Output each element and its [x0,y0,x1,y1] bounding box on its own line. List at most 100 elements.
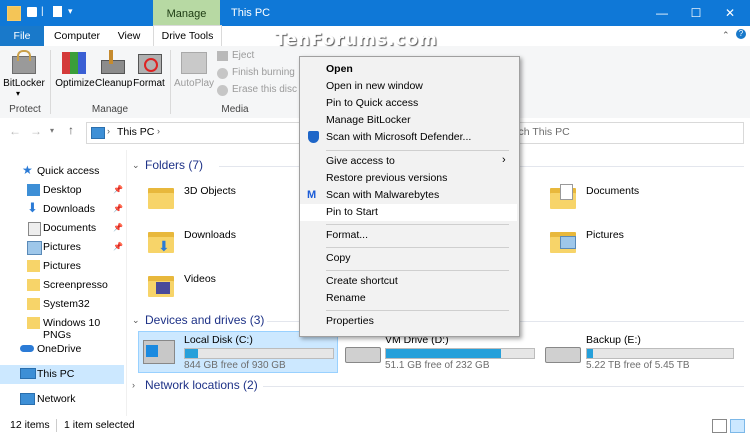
network-icon [20,393,35,405]
cleanup-icon[interactable] [101,50,125,74]
menu-item-restore-versions[interactable]: Restore previous versions [300,170,517,187]
network-group-header[interactable]: Network locations (2) [145,378,258,392]
maximize-button[interactable]: ☐ [679,0,713,26]
nav-item-pictures[interactable]: Pictures 📌 [0,238,124,257]
chevron-right-icon[interactable]: › [132,380,135,390]
separator-icon: | [41,6,44,17]
menu-item-rename[interactable]: Rename [300,290,517,307]
drive-e-label[interactable]: Backup (E:) [586,334,641,346]
folder-icon[interactable] [148,186,174,209]
nav-item-pictures-folder[interactable]: Pictures [0,257,124,276]
autoplay-button[interactable]: AutoPlay [174,78,214,89]
finish-burning-button[interactable]: Finish burning [232,67,295,78]
forward-arrow-icon[interactable]: → [30,124,42,138]
pin-icon: 📌 [113,242,123,251]
drive-c-free: 844 GB free of 930 GB [184,360,286,371]
nav-item-documents[interactable]: Documents 📌 [0,219,124,238]
menu-separator [326,247,509,248]
folder-videos[interactable]: Videos [184,273,216,285]
menu-item-properties[interactable]: Properties [300,313,517,330]
nav-item-screenpresso[interactable]: Screenpresso [0,276,124,295]
autoplay-icon [181,52,207,74]
menu-label: Properties [326,315,374,327]
download-icon: ⬇ [27,200,38,215]
folder-pictures[interactable]: Pictures [586,229,624,241]
menu-item-pin-quick-access[interactable]: Pin to Quick access [300,95,517,112]
drive-e-usage-bar [586,348,734,359]
menu-item-create-shortcut[interactable]: Create shortcut [300,273,517,290]
computer-icon [20,368,36,379]
tab-view[interactable]: View [110,26,148,46]
back-arrow-icon[interactable]: ← [9,124,21,138]
watermark: TenForums.com [275,30,438,50]
cloud-icon [20,345,34,352]
format-icon[interactable] [138,50,162,74]
close-button[interactable]: ✕ [713,0,747,26]
nav-item-this-pc[interactable]: This PC [0,365,124,384]
menu-item-give-access[interactable]: Give access to › [300,153,517,170]
search-placeholder: rch This PC [515,126,570,138]
nav-item-onedrive[interactable]: OneDrive [0,340,124,359]
breadcrumb[interactable]: This PC [117,126,154,138]
hard-drive-icon [545,347,581,363]
menu-item-manage-bitlocker[interactable]: Manage BitLocker [300,112,517,129]
malwarebytes-icon: M [307,189,317,201]
menu-item-copy[interactable]: Copy [300,250,517,267]
nav-item-desktop[interactable]: Desktop 📌 [0,181,124,200]
folder-documents[interactable]: Documents [586,185,639,197]
nav-item-windows-10-pngs[interactable]: Windows 10 PNGs [0,314,124,341]
cleanup-button[interactable]: Cleanup [95,78,132,89]
downloads-folder-icon[interactable]: ⬇ [148,230,174,254]
menu-item-pin-to-start[interactable]: Pin to Start [300,204,517,221]
bitlocker-button[interactable]: BitLocker [3,78,45,89]
manage-context-header: Manage [153,0,220,26]
pictures-folder-icon[interactable] [550,230,576,253]
menu-item-open-new-window[interactable]: Open in new window [300,78,517,95]
format-button[interactable]: Format [132,78,166,89]
chevron-down-icon[interactable]: ⌄ [132,160,140,171]
nav-item-downloads[interactable]: ⬇ Downloads 📌 [0,200,124,219]
tab-drive-tools[interactable]: Drive Tools [153,25,222,47]
folder-downloads[interactable]: Downloads [184,229,236,241]
pin-icon: 📌 [113,185,123,194]
large-icons-view-icon[interactable] [730,419,745,433]
up-arrow-icon[interactable]: ↑ [68,123,74,137]
help-icon[interactable]: ? [736,29,746,39]
new-folder-icon[interactable] [53,6,62,17]
tab-file[interactable]: File [0,26,44,46]
properties-check-icon[interactable] [27,7,37,17]
videos-folder-icon[interactable] [148,274,174,297]
nav-label: OneDrive [37,343,82,355]
folder-3d-objects[interactable]: 3D Objects [184,185,236,197]
minimize-button[interactable]: — [645,0,679,26]
window-title: This PC [231,7,271,19]
menu-item-scan-malwarebytes[interactable]: M Scan with Malwarebytes [300,187,517,204]
finish-burning-icon [217,68,228,79]
documents-folder-icon[interactable] [550,184,576,209]
menu-item-open[interactable]: Open [300,61,517,78]
collapse-ribbon-icon[interactable]: ⌃ [722,30,730,41]
search-input[interactable]: rch This PC [510,122,744,144]
nav-item-system32[interactable]: System32 [0,295,124,314]
optimize-button[interactable]: Optimize [55,78,95,89]
devices-group-header[interactable]: Devices and drives (3) [145,313,264,327]
eject-button[interactable]: Eject [232,50,254,61]
folders-group-header[interactable]: Folders (7) [145,158,203,172]
bitlocker-icon[interactable] [12,50,36,74]
tab-computer[interactable]: Computer [48,26,106,46]
menu-item-format[interactable]: Format... [300,227,517,244]
erase-disc-button[interactable]: Erase this disc [232,84,297,95]
chevron-down-icon[interactable]: ▾ [68,6,80,19]
selection-count: 1 item selected [64,419,135,431]
drive-d-usage-fill [386,349,502,358]
recent-locations-icon[interactable]: ▾ [50,126,54,135]
chevron-down-icon[interactable]: ⌄ [132,315,140,326]
nav-item-network[interactable]: Network [0,390,124,409]
chevron-right-icon[interactable]: › [157,126,160,136]
nav-item-quick-access[interactable]: ★ Quick access [0,162,124,181]
group-divider [263,386,744,387]
menu-item-scan-defender[interactable]: Scan with Microsoft Defender... [300,129,517,146]
optimize-icon[interactable] [62,50,86,74]
details-view-icon[interactable] [712,419,727,433]
chevron-down-icon[interactable]: ▾ [16,89,20,98]
